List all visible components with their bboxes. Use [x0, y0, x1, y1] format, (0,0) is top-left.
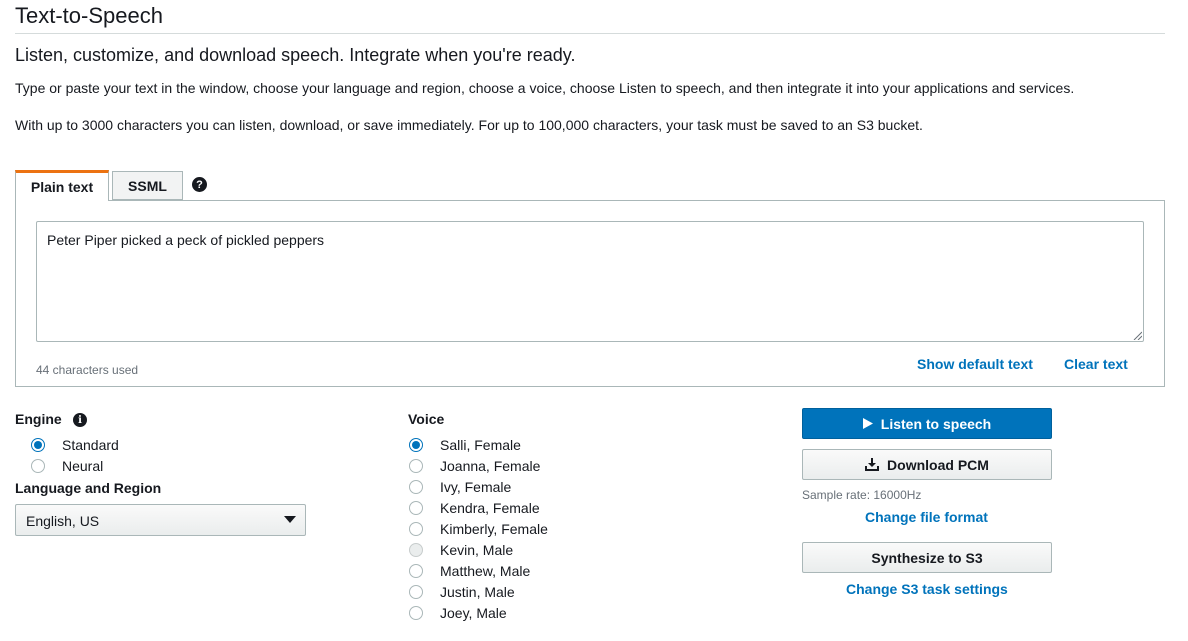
engine-standard-label: Standard [62, 437, 119, 453]
question-circle-icon[interactable]: ? [192, 177, 207, 192]
download-icon [865, 458, 880, 471]
voice-radio-kimberly[interactable] [409, 522, 423, 536]
voice-label-ivy: Ivy, Female [440, 479, 512, 495]
voice-label-justin: Justin, Male [440, 584, 515, 600]
voice-label-joey: Joey, Male [440, 605, 507, 621]
limits-text: With up to 3000 characters you can liste… [15, 117, 923, 133]
synthesize-to-s3-button[interactable]: Synthesize to S3 [802, 542, 1052, 573]
speech-text-input[interactable] [36, 221, 1144, 342]
engine-label: Engine [15, 411, 62, 427]
info-icon[interactable]: i [73, 413, 87, 427]
voice-radio-kevin[interactable] [409, 543, 423, 557]
voice-radio-salli[interactable] [409, 438, 423, 452]
listen-button-label: Listen to speech [880, 415, 992, 432]
voice-radio-joanna[interactable] [409, 459, 423, 473]
change-s3-task-settings-link[interactable]: Change S3 task settings [846, 581, 1008, 597]
clear-text-link[interactable]: Clear text [1064, 356, 1128, 372]
engine-neural-label: Neural [62, 458, 104, 474]
voice-radio-ivy[interactable] [409, 480, 423, 494]
voice-label-kimberly: Kimberly, Female [440, 521, 548, 537]
tab-plain-text[interactable]: Plain text [15, 170, 109, 201]
voice-radio-justin[interactable] [409, 585, 423, 599]
voice-label-matthew: Matthew, Male [440, 563, 531, 579]
page-subtitle: Listen, customize, and download speech. … [15, 45, 576, 65]
sample-rate-text: Sample rate: 16000Hz [802, 488, 922, 502]
change-file-format-link[interactable]: Change file format [865, 509, 988, 525]
show-default-text-link[interactable]: Show default text [917, 356, 1033, 372]
play-icon [862, 418, 873, 429]
download-pcm-button[interactable]: Download PCM [802, 449, 1052, 480]
tab-ssml[interactable]: SSML [112, 171, 183, 200]
language-region-select[interactable]: English, US [15, 504, 306, 536]
voice-radio-matthew[interactable] [409, 564, 423, 578]
voice-label: Voice [408, 411, 445, 427]
voice-radio-joey[interactable] [409, 606, 423, 620]
voice-radio-kendra[interactable] [409, 501, 423, 515]
voice-label-kevin: Kevin, Male [440, 542, 514, 558]
page-title: Text-to-Speech [15, 3, 163, 28]
intro-text: Type or paste your text in the window, c… [15, 80, 1075, 96]
engine-neural-radio[interactable] [31, 459, 45, 473]
language-region-label: Language and Region [15, 480, 162, 496]
voice-label-kendra: Kendra, Female [440, 500, 540, 516]
listen-to-speech-button[interactable]: Listen to speech [802, 408, 1052, 439]
character-count: 44 characters used [36, 363, 139, 377]
voice-label-salli: Salli, Female [440, 437, 521, 453]
caret-down-icon [284, 516, 296, 523]
download-button-label: Download PCM [887, 456, 989, 473]
synthesize-button-label: Synthesize to S3 [871, 549, 983, 566]
engine-standard-radio[interactable] [31, 438, 45, 452]
voice-label-joanna: Joanna, Female [440, 458, 541, 474]
title-divider [15, 33, 1165, 34]
resize-handle-icon[interactable] [1133, 331, 1142, 340]
